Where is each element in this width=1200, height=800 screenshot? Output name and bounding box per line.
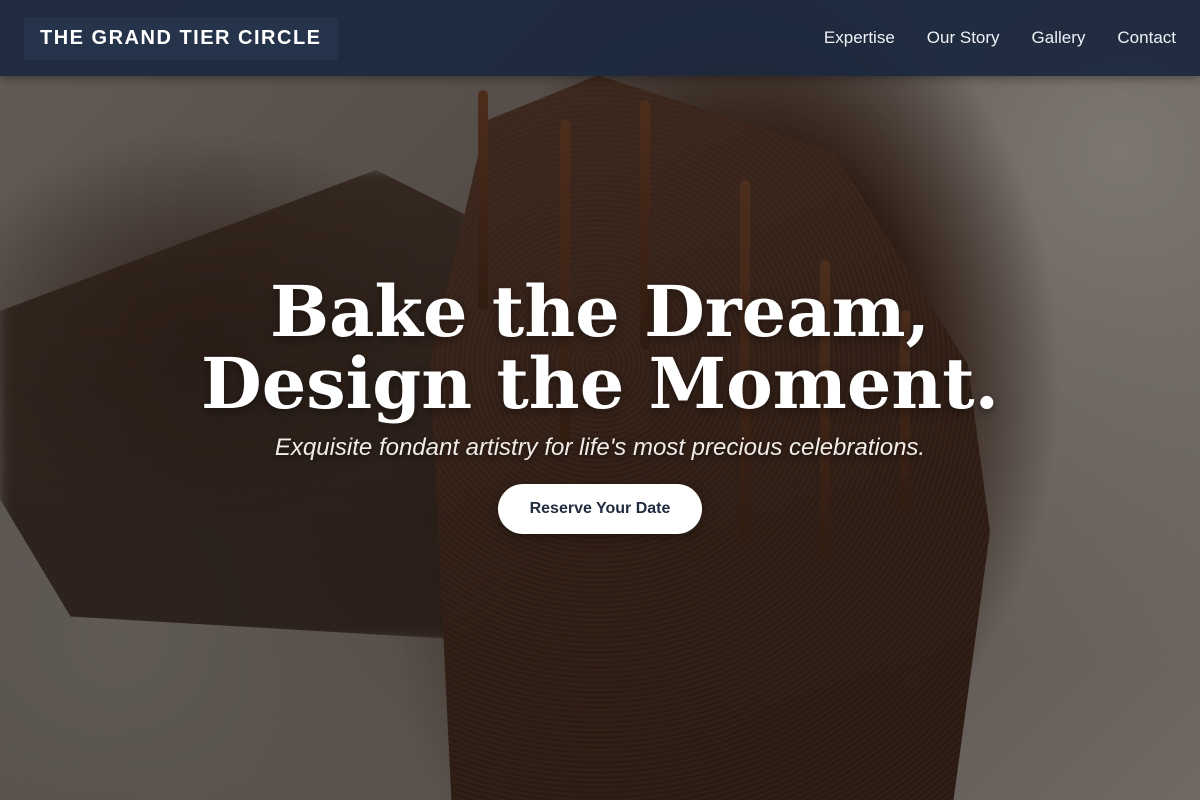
nav-link-gallery[interactable]: Gallery <box>1032 28 1086 48</box>
site-logo[interactable]: THE GRAND TIER CIRCLE <box>24 16 338 60</box>
hero-headline-line-2: Design the Moment. <box>201 342 999 425</box>
nav-link-our-story[interactable]: Our Story <box>927 28 1000 48</box>
main-navigation: Expertise Our Story Gallery Contact <box>824 28 1176 48</box>
site-header: THE GRAND TIER CIRCLE Expertise Our Stor… <box>0 0 1200 76</box>
hero-headline-line-1: Bake the Dream, <box>270 270 930 353</box>
hero-headline: Bake the Dream, Design the Moment. <box>0 276 1200 420</box>
hero-section: Bake the Dream, Design the Moment. Exqui… <box>0 276 1200 534</box>
nav-link-contact[interactable]: Contact <box>1117 28 1176 48</box>
hero-tagline: Exquisite fondant artistry for life's mo… <box>274 434 926 461</box>
landing-page: THE GRAND TIER CIRCLE Expertise Our Stor… <box>0 0 1200 800</box>
nav-link-expertise[interactable]: Expertise <box>824 28 895 48</box>
reserve-date-button[interactable]: Reserve Your Date <box>497 484 703 534</box>
